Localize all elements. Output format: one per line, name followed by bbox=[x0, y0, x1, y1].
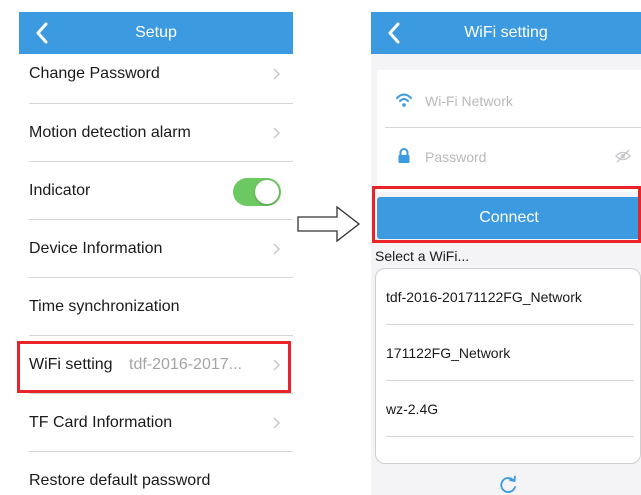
wifi-setting-screen: WiFi setting Connect Select a WiFi.. bbox=[371, 12, 641, 495]
wifi-navbar: WiFi setting bbox=[371, 12, 641, 54]
lock-icon bbox=[398, 148, 410, 163]
refresh-icon[interactable] bbox=[497, 475, 519, 495]
wifi-current-network: tdf-2016-2017... bbox=[129, 356, 242, 373]
row-label: Indicator bbox=[29, 182, 91, 199]
row-restore-default-password[interactable]: Restore default password bbox=[29, 452, 293, 495]
row-time-synchronization[interactable]: Time synchronization bbox=[29, 278, 293, 336]
page-title: WiFi setting bbox=[464, 24, 548, 41]
chevron-right-icon bbox=[273, 417, 281, 429]
chevron-right-icon bbox=[273, 68, 281, 80]
setup-screen: Setup Change Password Motion detection a… bbox=[19, 12, 293, 495]
network-name: wz-2.4G bbox=[386, 401, 439, 417]
list-item[interactable]: wz-2.4G bbox=[386, 381, 634, 437]
network-name: tdf-2016-20171122FG_Network bbox=[386, 289, 582, 305]
row-wifi-setting[interactable]: WiFi setting tdf-2016-2017... bbox=[29, 336, 293, 394]
network-field bbox=[385, 72, 641, 128]
page-title: Setup bbox=[135, 24, 177, 41]
row-label: WiFi setting bbox=[29, 356, 113, 373]
network-name: 171122FG_Network bbox=[386, 345, 511, 361]
chevron-right-icon bbox=[273, 243, 281, 255]
wifi-network-input[interactable] bbox=[423, 86, 607, 116]
wifi-icon bbox=[396, 93, 412, 107]
eye-hidden-icon[interactable] bbox=[615, 149, 631, 163]
connect-button[interactable]: Connect bbox=[377, 197, 641, 239]
right-arrow-icon bbox=[297, 205, 361, 243]
wifi-network-list: tdf-2016-20171122FG_Network 171122FG_Net… bbox=[375, 268, 641, 464]
chevron-right-icon bbox=[273, 127, 281, 139]
row-change-password[interactable]: Change Password bbox=[29, 54, 293, 104]
indicator-toggle[interactable] bbox=[233, 178, 281, 206]
row-device-information[interactable]: Device Information bbox=[29, 220, 293, 278]
row-label: Motion detection alarm bbox=[29, 124, 191, 141]
row-label: Time synchronization bbox=[29, 298, 180, 315]
password-input[interactable] bbox=[423, 142, 607, 172]
chevron-right-icon bbox=[273, 359, 281, 371]
row-tf-card-information[interactable]: TF Card Information bbox=[29, 394, 293, 452]
wifi-form bbox=[377, 70, 641, 192]
list-item[interactable]: 171122FG_Network bbox=[386, 325, 634, 381]
row-label: TF Card Information bbox=[29, 414, 173, 431]
row-motion-detection[interactable]: Motion detection alarm bbox=[29, 104, 293, 162]
row-label: Restore default password bbox=[29, 472, 211, 489]
row-label: Change Password bbox=[29, 65, 160, 82]
select-wifi-label: Select a WiFi... bbox=[375, 248, 470, 264]
list-item[interactable]: tdf-2016-20171122FG_Network bbox=[386, 269, 634, 325]
toggle-knob bbox=[255, 180, 279, 204]
password-field bbox=[385, 128, 641, 184]
row-label: Device Information bbox=[29, 240, 163, 257]
setup-navbar: Setup bbox=[19, 12, 293, 54]
row-indicator: Indicator bbox=[29, 162, 293, 220]
